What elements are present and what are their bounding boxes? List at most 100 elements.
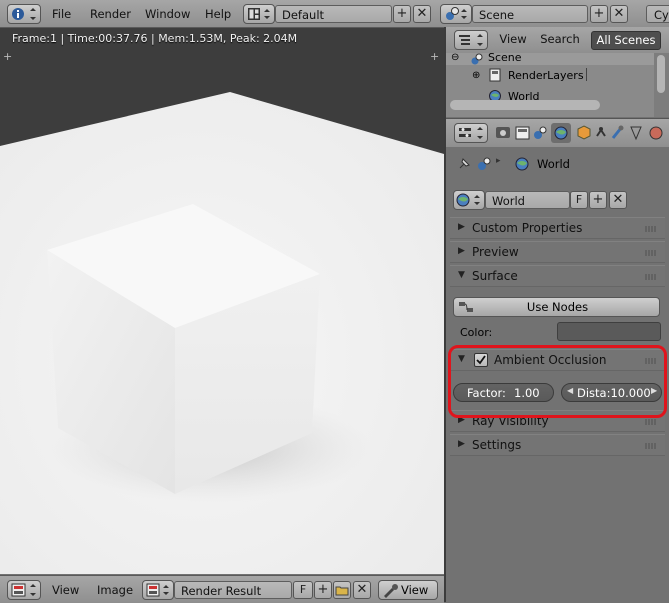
pin-icon[interactable] <box>456 156 472 172</box>
panel-title: Custom Properties <box>472 221 583 235</box>
plus-icon: + <box>317 582 329 597</box>
panel-drag-handle[interactable] <box>645 443 657 449</box>
outliner-item-renderlayers[interactable]: RenderLayers <box>508 69 584 82</box>
outliner-hscroll-thumb[interactable] <box>450 100 600 110</box>
editor-type-outliner-button[interactable] <box>454 30 488 50</box>
constraints-tab-icon <box>596 127 606 137</box>
new-world-button[interactable]: + <box>589 191 607 209</box>
image-icon <box>146 583 169 597</box>
menu-view[interactable]: View <box>52 583 79 597</box>
new-image-button[interactable]: + <box>314 581 332 599</box>
render-layers-tab-icon <box>515 126 530 140</box>
breadcrumb-world: World <box>537 157 570 171</box>
top-header: File Render Window Help Default + ✕ Scen… <box>0 0 669 28</box>
panel-custom-properties[interactable]: ▶ Custom Properties <box>450 217 665 239</box>
menu-file[interactable]: File <box>52 7 71 21</box>
scene-icon <box>446 7 467 20</box>
screen-layout-selector[interactable] <box>243 4 275 24</box>
outliner-vscroll-track[interactable] <box>654 53 669 117</box>
use-nodes-label: Use Nodes <box>526 300 589 314</box>
editor-type-properties-button[interactable] <box>454 123 488 143</box>
object-tab-icon <box>577 125 591 140</box>
unlink-world-button[interactable]: ✕ <box>609 191 627 209</box>
info-icon <box>12 8 36 20</box>
close-icon: ✕ <box>356 582 368 597</box>
world-name-field[interactable]: World <box>485 191 570 209</box>
image-editor-header: View Image Render Result F + ✕ View <box>0 575 444 603</box>
area-split-plus-icon-right[interactable]: + <box>430 50 439 63</box>
menu-help[interactable]: Help <box>205 7 231 21</box>
world-fake-user-button[interactable]: F <box>570 191 588 209</box>
world-tab-icon <box>554 126 568 140</box>
world-icon <box>515 157 529 171</box>
menu-window[interactable]: Window <box>145 7 190 21</box>
fake-user-label: F <box>299 583 307 596</box>
panel-drag-handle[interactable] <box>645 250 657 256</box>
folder-icon <box>335 586 349 596</box>
area-split-plus-icon[interactable]: + <box>3 50 12 63</box>
open-image-button[interactable] <box>333 581 351 599</box>
plus-icon: + <box>592 192 604 207</box>
add-screen-button[interactable]: + <box>393 5 411 23</box>
layout-grid-icon <box>248 8 270 20</box>
outliner-display-mode[interactable]: All Scenes <box>591 31 661 50</box>
panel-drag-handle[interactable] <box>645 419 657 425</box>
panel-preview[interactable]: ▶ Preview <box>450 241 665 263</box>
panel-surface[interactable]: ▼ Surface <box>450 265 665 287</box>
world-color-swatch[interactable] <box>557 322 661 341</box>
close-icon: ✕ <box>613 6 625 21</box>
properties-header <box>446 118 669 147</box>
menu-render[interactable]: Render <box>90 7 131 21</box>
outliner-vscroll-thumb[interactable] <box>657 55 665 93</box>
outliner-menu-view[interactable]: View <box>498 31 528 50</box>
close-icon: ✕ <box>416 6 428 21</box>
outliner-editor: View Search All Scenes ⊖ Scene ⊕ RenderL… <box>446 27 669 117</box>
data-tab-icon <box>630 126 642 141</box>
panel-drag-handle[interactable] <box>645 274 657 280</box>
tree-divider <box>586 68 587 81</box>
close-icon: ✕ <box>612 192 624 207</box>
plus-icon: + <box>593 6 605 21</box>
plus-icon: + <box>396 6 408 21</box>
fake-user-button[interactable]: F <box>293 581 313 599</box>
view-mode-label: View <box>401 583 429 597</box>
scene-tab-icon <box>534 126 547 139</box>
add-scene-button[interactable]: + <box>590 5 608 23</box>
panel-title: Preview <box>472 245 519 259</box>
expand-icon[interactable]: ⊕ <box>472 70 480 81</box>
screen-layout-name-field[interactable]: Default <box>275 5 392 23</box>
remove-screen-button[interactable]: ✕ <box>413 5 431 23</box>
unlink-image-button[interactable]: ✕ <box>353 581 371 599</box>
collapse-icon[interactable]: ⊖ <box>451 52 459 63</box>
eyedropper-icon <box>384 584 398 598</box>
scene-icon <box>471 53 483 65</box>
editor-type-info-button[interactable] <box>7 4 41 24</box>
scene-selector[interactable] <box>440 4 472 24</box>
screen-layout-name: Default <box>282 8 325 22</box>
panel-drag-handle[interactable] <box>645 226 657 232</box>
material-tab-icon <box>649 126 663 140</box>
render-result-viewport[interactable]: Frame:1 | Time:00:37.76 | Mem:1.53M, Pea… <box>0 28 444 574</box>
image-editor-icon <box>11 583 36 597</box>
render-engine-selector[interactable]: Cy <box>646 5 669 23</box>
scene-name: Scene <box>479 8 515 22</box>
image-name-field[interactable]: Render Result <box>174 581 292 599</box>
ambient-occlusion-highlight-box <box>448 345 667 418</box>
scene-name-field[interactable]: Scene <box>472 5 588 23</box>
outliner-item-scene[interactable]: Scene <box>488 51 522 64</box>
editor-type-image-button[interactable] <box>7 580 41 600</box>
panel-collapsed-icon: ▶ <box>458 246 465 256</box>
context-tabs <box>494 123 669 143</box>
image-name: Render Result <box>181 584 262 598</box>
image-browse-button[interactable] <box>142 580 174 600</box>
panel-expanded-icon: ▼ <box>458 270 465 280</box>
world-browse-button[interactable] <box>453 190 485 210</box>
use-nodes-button[interactable]: Use Nodes <box>453 297 660 317</box>
view-mode-selector[interactable]: View <box>378 580 438 600</box>
renderlayers-icon <box>489 68 501 82</box>
panel-settings[interactable]: ▶ Settings <box>450 434 665 456</box>
outliner-menu-search[interactable]: Search <box>540 31 580 50</box>
remove-scene-button[interactable]: ✕ <box>610 5 628 23</box>
menu-image[interactable]: Image <box>97 583 133 597</box>
panel-title: Surface <box>472 269 518 283</box>
